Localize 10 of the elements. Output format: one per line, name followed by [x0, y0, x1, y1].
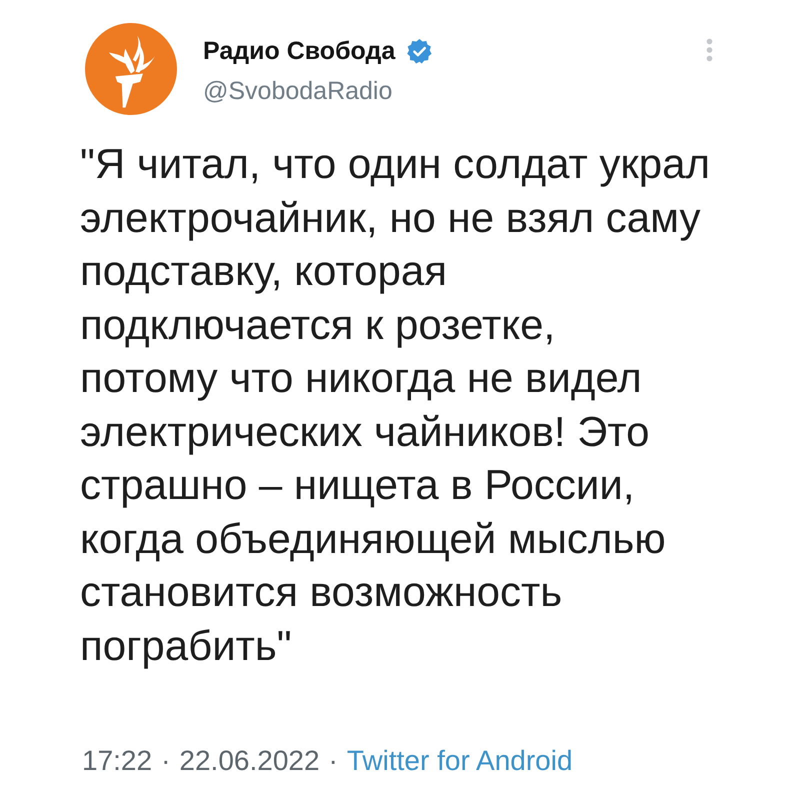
- separator-dot: ·: [161, 744, 170, 778]
- separator-dot: ·: [328, 744, 338, 778]
- tweet-date: 22.06.2022: [179, 744, 320, 778]
- torch-logo-icon: [85, 23, 177, 115]
- account-handle: @SvobodaRadio: [203, 76, 392, 106]
- account-name: Радио Свобода: [203, 36, 396, 66]
- more-menu-icon[interactable]: [706, 38, 713, 62]
- source-link[interactable]: Twitter for Android: [346, 744, 573, 778]
- tweet-text: "Я читал, что один солдат украл электрочайник, но не взял саму подставку, которая подключается к розетке, потому что никогда не видел электрических чайников! Это страшно – нищета в России, когда объединяющей мыслью становится возможность пограбить": [80, 139, 712, 671]
- tweet-time: 17:22: [82, 744, 152, 778]
